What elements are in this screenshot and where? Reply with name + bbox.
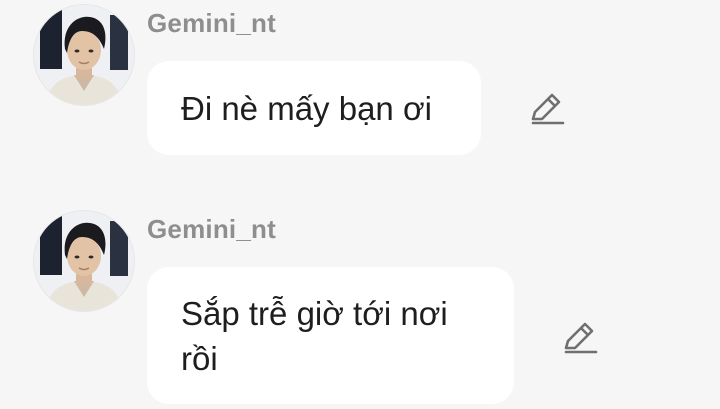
message-bubble[interactable]: Sắp trễ giờ tới nơi rồi [147, 267, 514, 404]
message-bubble[interactable]: Đi nè mấy bạn ơi [147, 61, 481, 155]
edit-pencil-icon[interactable] [527, 89, 567, 129]
chat-thread: Gemini_nt Đi nè mấy bạn ơi Gemini_nt Sắp… [0, 0, 720, 409]
avatar[interactable] [34, 211, 134, 311]
avatar[interactable] [34, 5, 134, 105]
sender-name: Gemini_nt [147, 214, 276, 244]
user-avatar-photo [34, 211, 134, 311]
edit-pencil-icon[interactable] [560, 318, 600, 358]
sender-name: Gemini_nt [147, 8, 276, 38]
user-avatar-photo [34, 5, 134, 105]
